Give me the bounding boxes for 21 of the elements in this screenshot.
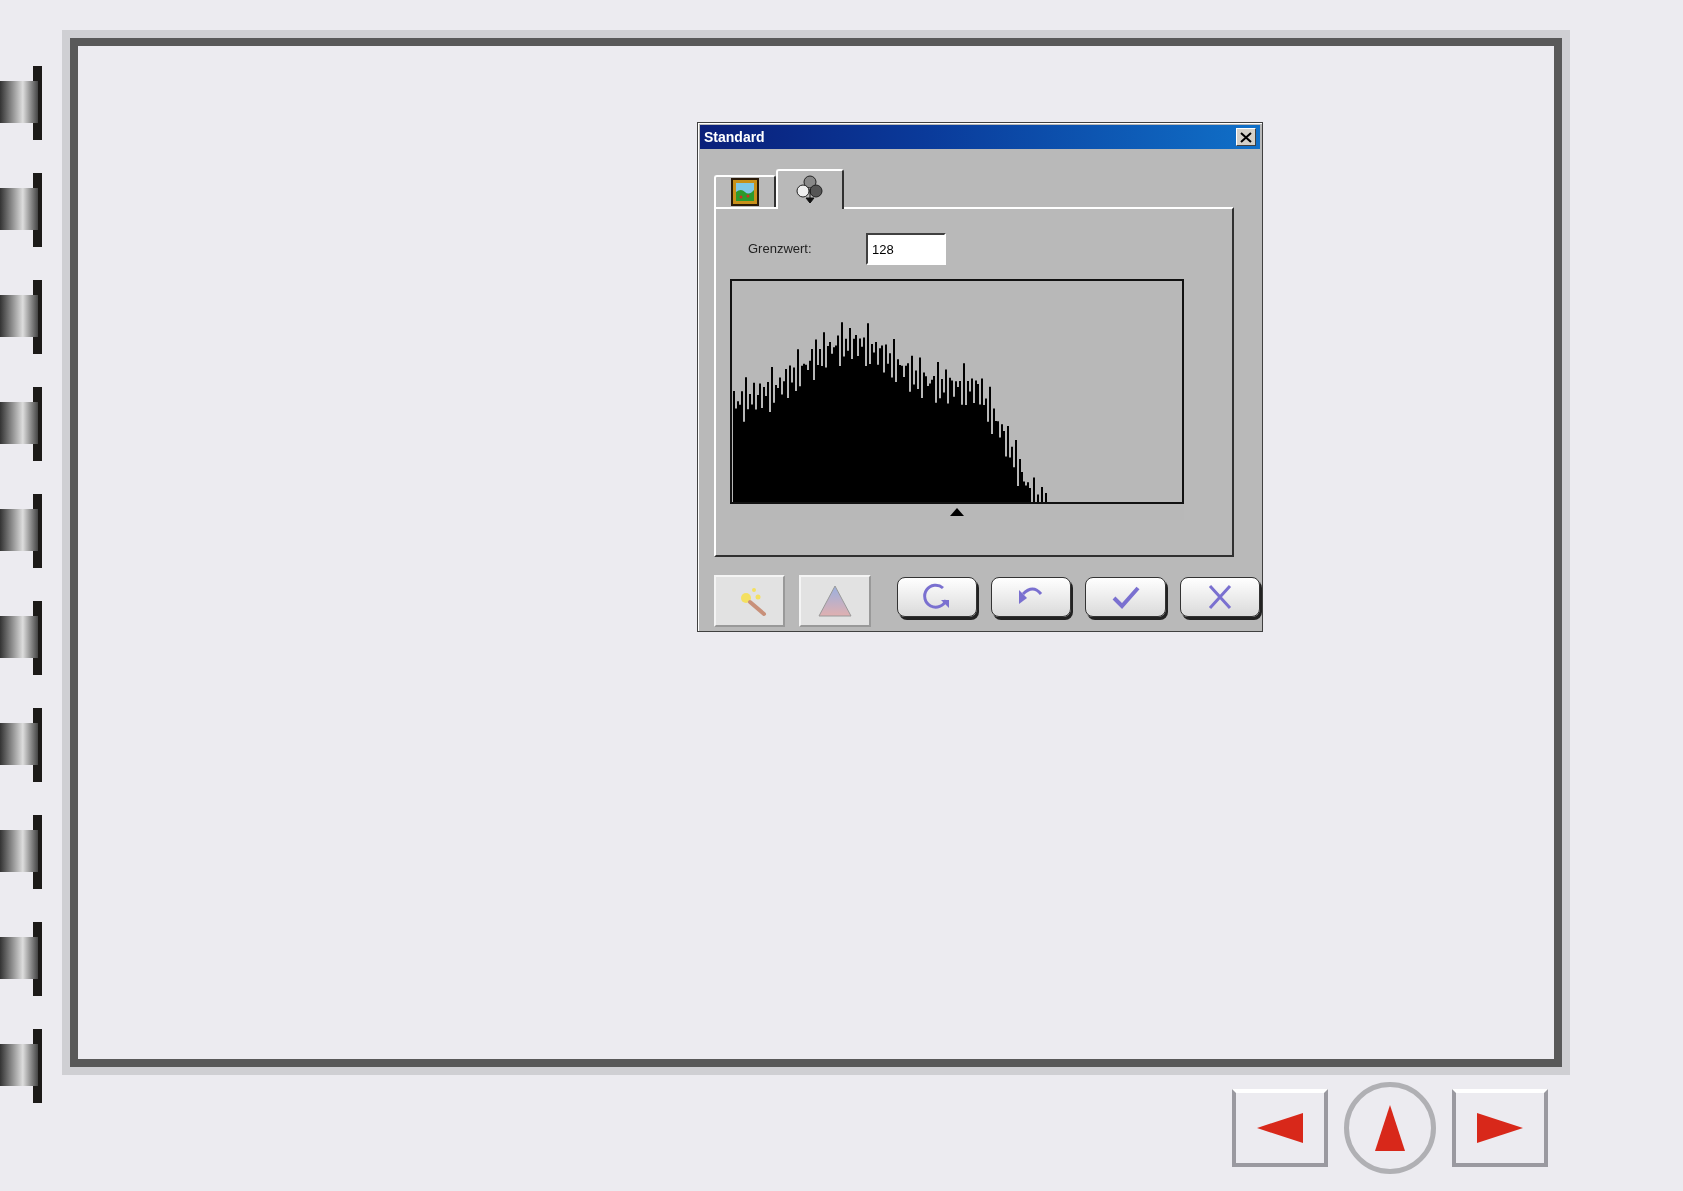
up-arrow-icon bbox=[1375, 1105, 1405, 1151]
tab[interactable] bbox=[776, 169, 844, 209]
cancel-button[interactable] bbox=[1179, 577, 1260, 617]
threshold-label: Grenzwert: bbox=[748, 240, 813, 259]
left-arrow-icon bbox=[1257, 1113, 1303, 1143]
right-arrow-icon bbox=[1477, 1113, 1523, 1143]
undo-button[interactable] bbox=[991, 577, 1072, 617]
picture-icon bbox=[731, 178, 759, 206]
channels-icon bbox=[795, 175, 825, 205]
next-page-button[interactable] bbox=[1452, 1089, 1548, 1167]
tab[interactable] bbox=[714, 175, 776, 207]
wand-button[interactable] bbox=[714, 575, 786, 627]
window-title: Standard bbox=[704, 127, 765, 147]
close-button[interactable] bbox=[1236, 128, 1256, 146]
color-triangle-icon bbox=[817, 584, 854, 618]
color-button[interactable] bbox=[799, 575, 871, 627]
previous-page-button[interactable] bbox=[1232, 1089, 1328, 1167]
threshold-marker[interactable] bbox=[950, 508, 964, 516]
reset-button[interactable] bbox=[896, 577, 978, 617]
threshold-input[interactable]: 128 bbox=[866, 233, 946, 265]
ok-button[interactable] bbox=[1085, 577, 1166, 617]
